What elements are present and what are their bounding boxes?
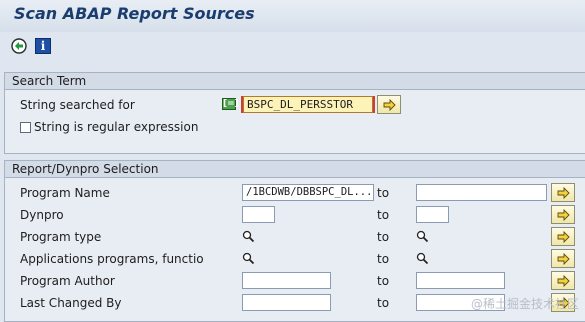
to-label: to: [377, 252, 390, 266]
info-icon[interactable]: i: [35, 38, 51, 54]
to-label: to: [377, 274, 390, 288]
report-dynpro-header: Report/Dynpro Selection: [5, 161, 585, 178]
dynpro-multi-button[interactable]: [551, 205, 575, 224]
dynpro-to-input[interactable]: [416, 206, 449, 223]
program-author-multi-button[interactable]: [551, 271, 575, 290]
program-type-multi-button[interactable]: [551, 227, 575, 246]
program-author-to-input[interactable]: [416, 272, 505, 289]
dynpro-from-input[interactable]: [242, 206, 275, 223]
search-help-icon[interactable]: [416, 230, 429, 243]
last-changed-by-label: Last Changed By: [20, 296, 122, 310]
application-programs-multi-button[interactable]: [551, 249, 575, 268]
execute-icon[interactable]: [11, 38, 27, 54]
search-help-icon[interactable]: [242, 230, 255, 243]
string-searched-label: String searched for: [20, 98, 135, 112]
program-author-from-input[interactable]: [242, 272, 331, 289]
regex-label: String is regular expression: [34, 120, 199, 134]
program-name-label: Program Name: [20, 186, 110, 200]
string-searched-input[interactable]: BSPC_DL_PERSSTOR: [243, 96, 373, 113]
program-name-to-input[interactable]: [416, 184, 547, 201]
pattern-match-icon: [=]: [222, 98, 239, 110]
multiple-selection-button[interactable]: [377, 95, 401, 114]
to-label: to: [377, 186, 390, 200]
search-help-icon[interactable]: [242, 252, 255, 265]
program-type-label: Program type: [20, 230, 102, 244]
last-changed-by-from-input[interactable]: [242, 294, 331, 311]
window-title: Scan ABAP Report Sources: [14, 4, 255, 23]
search-help-icon[interactable]: [416, 252, 429, 265]
program-name-multi-button[interactable]: [551, 183, 575, 202]
search-term-header: Search Term: [5, 73, 585, 90]
watermark: @稀土掘金技术社区: [470, 297, 579, 311]
to-label: to: [377, 296, 390, 310]
application-toolbar: i: [0, 32, 585, 60]
title-bar: Scan ABAP Report Sources: [0, 0, 585, 32]
search-term-group: Search Term String searched for [=] BSPC…: [4, 72, 585, 154]
application-programs-label: Applications programs, functio: [20, 252, 204, 266]
dynpro-label: Dynpro: [20, 208, 64, 222]
program-author-label: Program Author: [20, 274, 115, 288]
to-label: to: [377, 208, 390, 222]
to-label: to: [377, 230, 390, 244]
program-name-from-input[interactable]: /1BCDWB/DBBSPC_DL...: [242, 184, 374, 201]
regex-checkbox[interactable]: [20, 122, 31, 133]
